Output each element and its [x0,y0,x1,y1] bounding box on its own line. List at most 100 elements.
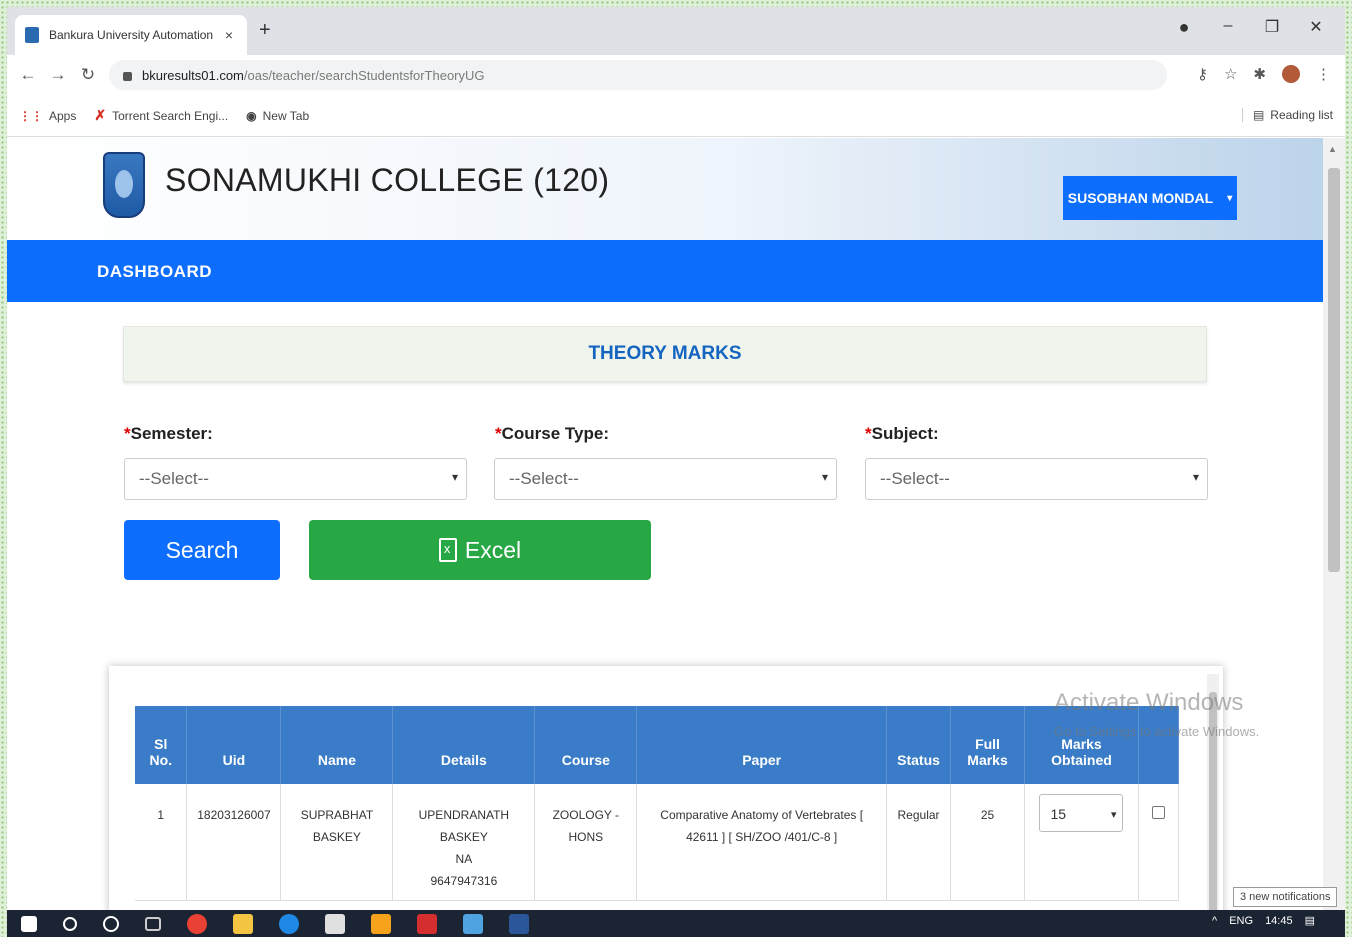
semester-select-value: --Select-- [139,469,209,488]
browser-tab[interactable]: Bankura University Automation × [15,15,247,55]
row-checkbox[interactable] [1151,806,1165,819]
chevron-down-icon: ▾ [1192,470,1199,484]
app-icon[interactable] [371,913,391,934]
page-scrollbar[interactable]: ▲ [1323,138,1345,910]
reading-list-icon: ▤ [1252,108,1265,122]
task-view-icon[interactable] [145,916,161,931]
forward-icon[interactable]: → [43,65,73,85]
bookmark-label: Apps [49,108,77,123]
excel-button-label: Excel [464,536,522,563]
col-details: Details [392,706,536,784]
semester-select[interactable]: --Select-- ▾ [124,458,467,500]
cortana-icon[interactable] [103,915,119,932]
semester-label: *Semester: [124,424,213,444]
tray-clock[interactable]: 14:45 [1265,915,1293,927]
edge-icon[interactable] [279,913,299,934]
required-mark: * [495,424,502,443]
globe-icon: ◉ [246,108,257,123]
college-title: SONAMUKHI COLLEGE (120) [165,162,610,198]
col-status: Status [886,706,952,784]
apps-grid-icon: ⋮⋮ [19,108,43,123]
cell-full-marks: 25 [950,784,1025,901]
profile-avatar-icon[interactable] [1282,65,1300,83]
chevron-down-icon: ▾ [1110,809,1117,821]
windows-start-icon[interactable] [21,915,37,932]
results-table-wrap[interactable]: Sl No. Uid Name Details Course Paper Sta… [135,706,1179,910]
search-button[interactable]: Search [124,520,280,580]
reload-icon[interactable]: ↻ [73,65,103,85]
table-header-row: Sl No. Uid Name Details Course Paper Sta… [135,706,1179,784]
excel-export-button[interactable]: Excel [309,520,651,580]
notifications-toast[interactable]: 3 new notifications [1233,887,1337,907]
details-phone: 9647947316 [430,874,498,888]
marks-select[interactable]: 15 ▾ [1039,794,1124,832]
course-type-select[interactable]: --Select-- ▾ [494,458,837,500]
user-menu-button[interactable]: SUSOBHAN MONDAL ▾ [1063,176,1237,220]
cell-marks-obtained: 15 ▾ [1024,784,1139,901]
new-tab-button[interactable]: + [259,19,271,42]
extensions-icon[interactable]: ✱ [1253,65,1266,83]
excel-file-icon [438,538,457,562]
semester-label-text: Semester: [130,424,213,443]
pdf-reader-icon[interactable] [417,913,437,934]
photos-icon[interactable] [463,913,483,934]
nav-dashboard[interactable]: DASHBOARD [97,262,212,282]
section-header: THEORY MARKS [123,326,1207,382]
bookmark-label: New Tab [262,108,310,123]
action-center-icon[interactable]: ▤ [1305,914,1315,927]
subject-select-value: --Select-- [880,469,950,488]
search-icon[interactable] [63,916,77,931]
chrome-icon[interactable] [187,913,207,934]
restore-icon[interactable]: ❐ [1257,17,1287,37]
windows-taskbar: ^ ENG 14:45 ▤ [7,910,1345,937]
scroll-up-icon[interactable]: ▲ [1328,144,1337,154]
bookmark-torrent[interactable]: ✗ Torrent Search Engi... [94,107,228,124]
col-uid: Uid [186,706,282,784]
bookmark-apps[interactable]: ⋮⋮ Apps [19,109,76,123]
system-tray: ^ ENG 14:45 ▤ [1212,914,1315,928]
col-paper: Paper [636,706,888,784]
menu-dots-icon[interactable]: ⋮ [1316,65,1331,83]
tray-lang[interactable]: ENG [1229,915,1253,927]
browser-toolbar: ← → ↻ bkuresults01.com /oas/teacher/sear… [7,55,1345,95]
subject-label-text: Subject: [871,424,939,443]
table-row: 1 18203126007 SUPRABHAT BASKEY UPENDRANA… [135,784,1179,901]
cell-select [1138,784,1179,901]
printer-icon[interactable] [325,913,345,934]
toolbar-actions: ⚷ ☆ ✱ ⋮ [1197,65,1331,83]
record-icon[interactable]: ● [1169,17,1199,38]
minimize-icon[interactable]: – [1213,17,1243,35]
page-scroll-thumb[interactable] [1328,168,1340,572]
site-header: SONAMUKHI COLLEGE (120) SUSOBHAN MONDAL … [7,138,1323,240]
col-marks-obtained: Marks Obtained [1024,706,1139,784]
word-icon[interactable] [509,913,529,934]
cell-status: Regular [886,784,952,901]
cell-paper: Comparative Anatomy of Vertebrates [ 426… [636,784,888,901]
file-explorer-icon[interactable] [233,913,253,934]
cell-details: UPENDRANATH BASKEY NA 9647947316 [392,784,536,901]
close-window-icon[interactable]: ✕ [1301,17,1331,37]
bookmark-new-tab[interactable]: ◉ New Tab [246,109,309,123]
address-bar[interactable]: bkuresults01.com /oas/teacher/searchStud… [109,60,1167,90]
key-icon[interactable]: ⚷ [1197,65,1208,83]
university-logo [103,152,145,218]
star-icon[interactable]: ☆ [1224,65,1237,83]
lock-icon [123,71,132,81]
tab-close-icon[interactable]: × [221,27,237,43]
tray-chevron-icon[interactable]: ^ [1212,915,1217,927]
reading-list-label: Reading list [1270,108,1333,122]
user-name: SUSOBHAN MONDAL [1067,190,1214,206]
course-type-label-text: Course Type: [501,424,609,443]
subject-select[interactable]: --Select-- ▾ [865,458,1208,500]
required-mark: * [124,424,131,443]
activate-windows-subtitle: Go to Settings to activate Windows. [1054,724,1260,739]
marks-select-value: 15 [1050,806,1067,822]
main-navbar: DASHBOARD [7,240,1323,302]
x-icon: ✗ [94,107,107,123]
col-name: Name [280,706,394,784]
col-course: Course [534,706,638,784]
col-full-marks: Full Marks [950,706,1025,784]
back-icon[interactable]: ← [13,65,43,85]
reading-list-button[interactable]: ▤ Reading list [1241,108,1333,122]
cell-name: SUPRABHAT BASKEY [280,784,394,901]
